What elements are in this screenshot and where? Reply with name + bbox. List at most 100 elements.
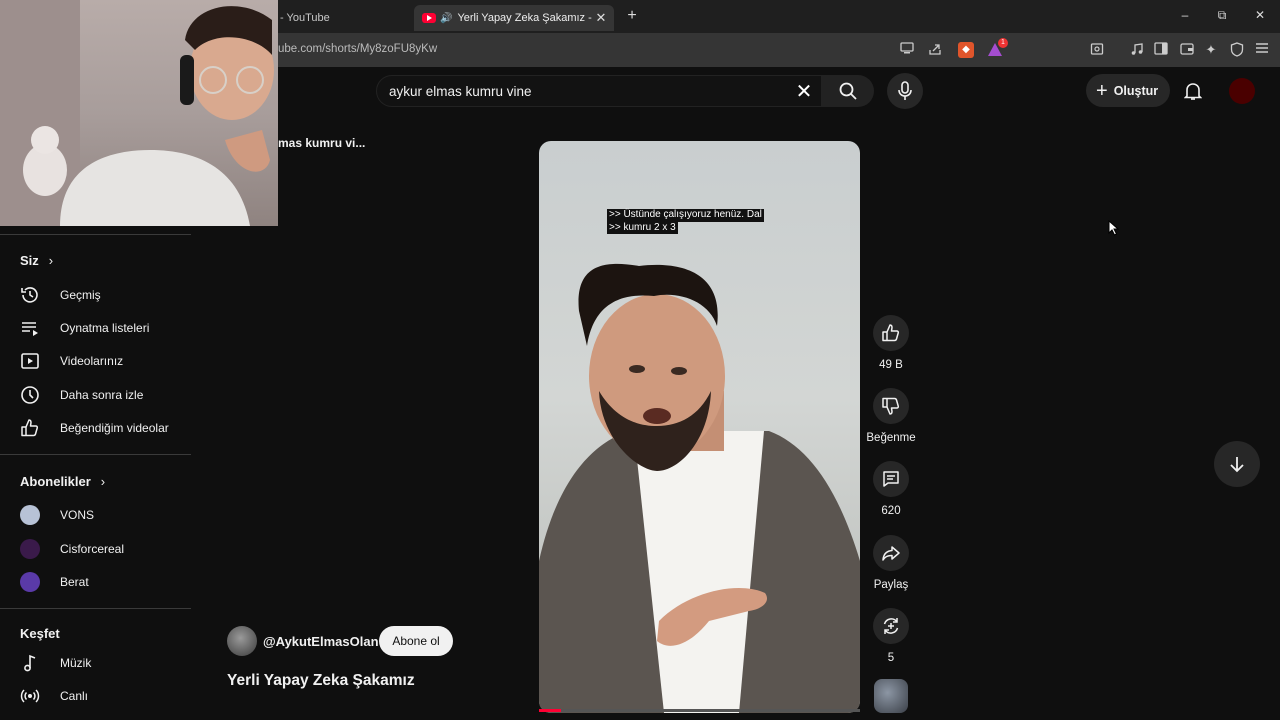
- section-title: Siz: [20, 253, 39, 268]
- plus-icon: +: [1096, 79, 1108, 102]
- sidebar-item-label: Videolarınız: [60, 354, 124, 368]
- sidebar-item-music[interactable]: Müzik: [20, 649, 190, 677]
- sidebar-item-subscription[interactable]: Cisforcereal: [20, 535, 190, 563]
- like-button[interactable]: [873, 315, 909, 351]
- browser-menu-icon[interactable]: [1254, 42, 1270, 58]
- like-count: 49 B: [879, 359, 903, 371]
- subscribe-button[interactable]: Abone ol: [379, 626, 453, 656]
- sidebar-item-label: Müzik: [60, 656, 92, 670]
- comments-button[interactable]: [873, 461, 909, 497]
- channel-avatar: [20, 505, 40, 525]
- arrow-down-icon: [1230, 457, 1244, 473]
- sidebar-item-label: Canlı: [60, 689, 89, 703]
- remix-button[interactable]: [873, 608, 909, 644]
- account-avatar[interactable]: [1229, 78, 1255, 104]
- video-progress-bar[interactable]: [539, 709, 860, 712]
- comments-action[interactable]: 620: [866, 461, 916, 517]
- sidebar-section-subscriptions[interactable]: Abonelikler ›: [20, 474, 105, 489]
- leo-ai-icon[interactable]: ✦: [1203, 42, 1219, 58]
- search-button[interactable]: [822, 75, 874, 107]
- thumbs-up-icon: [882, 324, 900, 342]
- browser-tab-active[interactable]: 🔊 Yerli Yapay Zeka Şakamız - Yo ✕: [414, 5, 614, 31]
- sidebar-toggle-icon[interactable]: [1153, 42, 1169, 58]
- dislike-action[interactable]: Beğenme: [866, 388, 916, 444]
- dislike-label: Beğenme: [866, 432, 916, 444]
- voice-search-button[interactable]: [887, 73, 923, 109]
- sidebar-item-subscription[interactable]: Berat: [20, 568, 190, 596]
- next-short-button[interactable]: [1214, 441, 1260, 487]
- history-icon: [20, 285, 40, 305]
- sidebar-item-label: Daha sonra izle: [60, 388, 144, 402]
- screenshot-icon[interactable]: [1089, 42, 1105, 58]
- browser-tab-youtube[interactable]: - YouTube: [280, 5, 410, 31]
- section-title: Abonelikler: [20, 474, 91, 489]
- sidebar-item-label: Berat: [60, 575, 89, 589]
- music-note-icon: [20, 653, 40, 673]
- search-icon: [839, 82, 857, 100]
- live-icon: [20, 686, 40, 706]
- sidebar-item-playlists[interactable]: Oynatma listeleri: [20, 314, 190, 342]
- share-button[interactable]: [873, 535, 909, 571]
- vpn-shield-icon[interactable]: [1229, 42, 1245, 58]
- chevron-right-icon: ›: [100, 474, 106, 489]
- restore-button[interactable]: ⧉: [1212, 8, 1232, 23]
- sidebar-item-watch-later[interactable]: Daha sonra izle: [20, 381, 190, 409]
- sidebar-item-live[interactable]: Canlı: [20, 682, 190, 710]
- sidebar-item-label: VONS: [60, 508, 95, 522]
- share-action[interactable]: Paylaş: [866, 535, 916, 591]
- channel-name[interactable]: @AykutElmasOlan: [263, 634, 379, 649]
- thumbs-down-icon: [882, 397, 900, 415]
- cast-icon[interactable]: [899, 42, 915, 58]
- remix-action[interactable]: 5: [866, 608, 916, 664]
- share-label: Paylaş: [873, 579, 909, 591]
- create-label: Oluştur: [1113, 83, 1159, 98]
- window-close-button[interactable]: ✕: [1250, 8, 1270, 22]
- remix-icon: [883, 618, 899, 634]
- youtube-favicon-icon: [422, 13, 436, 23]
- caption-line: >> kumru 2 x 3: [607, 221, 678, 234]
- media-music-icon[interactable]: [1129, 42, 1145, 58]
- sidebar-item-label: Beğendiğim videolar: [60, 421, 169, 435]
- dislike-button[interactable]: [873, 388, 909, 424]
- sidebar-item-history[interactable]: Geçmiş: [20, 281, 190, 309]
- brave-rewards-icon[interactable]: 1: [987, 38, 1008, 58]
- share-page-icon[interactable]: [927, 42, 943, 58]
- channel-avatar[interactable]: [227, 626, 257, 656]
- sidebar-divider: [0, 608, 191, 609]
- sidebar-item-label: Cisforcereal: [60, 542, 125, 556]
- sidebar-item-liked-videos[interactable]: Beğendiğim videolar: [20, 414, 190, 442]
- create-button[interactable]: + Oluştur: [1086, 74, 1170, 107]
- channel-avatar: [20, 539, 40, 559]
- like-action[interactable]: 49 B: [866, 315, 916, 371]
- url-field[interactable]: ube.com/shorts/My8zoFU8yKw: [278, 43, 437, 55]
- clear-search-button[interactable]: ✕: [791, 79, 817, 105]
- short-title: Yerli Yapay Zeka Şakamız: [227, 672, 415, 689]
- tab-title: - YouTube: [280, 12, 330, 24]
- sidebar-item-subscription[interactable]: VONS: [20, 501, 190, 529]
- speaker-icon[interactable]: 🔊: [440, 13, 452, 24]
- mouse-cursor-icon: [1108, 219, 1120, 241]
- sidebar-divider: [0, 454, 191, 455]
- section-title: Keşfet: [20, 626, 60, 641]
- sidebar-item-your-videos[interactable]: Videolarınız: [20, 347, 190, 375]
- comment-count: 620: [881, 505, 901, 517]
- channel-avatar: [20, 572, 40, 592]
- wallet-icon[interactable]: [1179, 42, 1195, 58]
- share-arrow-icon: [882, 546, 900, 561]
- sound-thumbnail[interactable]: [874, 679, 908, 713]
- minimize-button[interactable]: –: [1175, 8, 1195, 22]
- notifications-button[interactable]: [1180, 78, 1206, 104]
- video-caption: >> Üstünde çalışıyoruz henüz. Dal >> kum…: [607, 209, 764, 234]
- brave-shield-icon[interactable]: ◆: [958, 42, 974, 58]
- mini-player-title[interactable]: mas kumru vi...: [278, 136, 365, 150]
- sidebar-item-label: Oynatma listeleri: [60, 321, 150, 335]
- webcam-person-image: [0, 0, 274, 226]
- sidebar-section-you[interactable]: Siz ›: [20, 253, 53, 268]
- webcam-overlay: [0, 0, 278, 226]
- search-input[interactable]: aykur elmas kumru vine ✕: [376, 75, 822, 107]
- microphone-icon: [898, 81, 912, 100]
- playlists-icon: [20, 318, 40, 338]
- tab-close-button[interactable]: ✕: [592, 10, 610, 26]
- sidebar-section-explore: Keşfet: [20, 626, 60, 641]
- new-tab-button[interactable]: +: [624, 7, 640, 25]
